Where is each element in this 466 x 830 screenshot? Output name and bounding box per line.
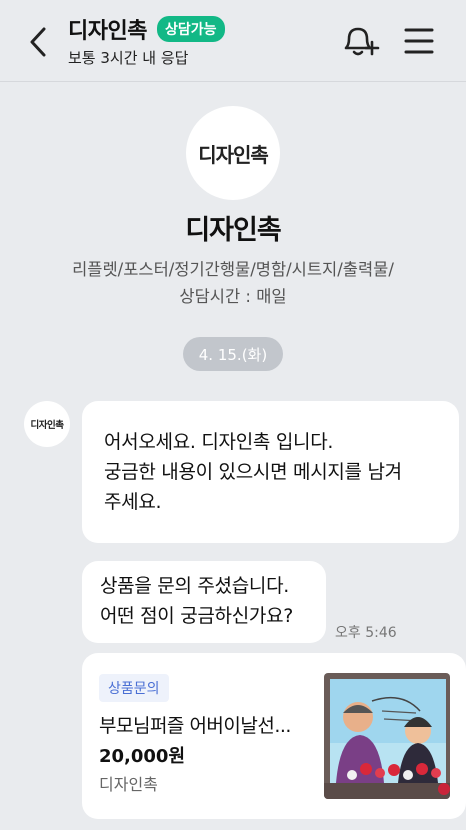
message-line: 어서오세요. 디자인촉 입니다. (104, 431, 334, 453)
product-thumbnail[interactable] (324, 673, 450, 799)
date-divider: 4. 15.(화) (183, 337, 283, 371)
product-price: 20,000원 (99, 746, 186, 767)
message-line: 주세요. (104, 491, 162, 513)
message-timestamp: 오후 5:46 (335, 625, 397, 641)
message-bubble: 어서오세요. 디자인촉 입니다. 궁금한 내용이 있으시면 메시지를 남겨 주세… (82, 401, 459, 543)
product-card[interactable]: 상품문의 부모님퍼즐 어버이날선... 20,000원 디자인촉 (82, 653, 466, 819)
message-bubble: 상품을 문의 주셨습니다. 어떤 점이 궁금하신가요? (82, 561, 326, 643)
profile-services: 리플렛/포스터/정기간행물/명함/시트지/출력물/ (72, 260, 394, 279)
profile-logo[interactable]: 디자인촉 (186, 106, 280, 200)
bell-plus-icon (344, 27, 380, 56)
profile-name: 디자인촉 (185, 215, 281, 246)
menu-button[interactable] (402, 24, 436, 58)
product-image (324, 673, 450, 799)
sender-avatar[interactable]: 디자인촉 (24, 401, 70, 447)
profile-hours: 상담시간 : 매일 (179, 287, 287, 306)
product-tag: 상품문의 (99, 674, 169, 702)
back-arrow-icon (30, 27, 46, 57)
message-line: 상품을 문의 주셨습니다. (100, 575, 290, 597)
back-button[interactable] (22, 24, 54, 60)
notification-button[interactable] (340, 22, 380, 60)
profile-logo-text: 디자인촉 (198, 142, 269, 167)
profile-description: 리플렛/포스터/정기간행물/명함/시트지/출력물/ 상담시간 : 매일 (30, 256, 436, 310)
hamburger-menu-icon (404, 28, 434, 54)
sender-avatar-text: 디자인촉 (30, 420, 64, 431)
chat-header: 디자인촉 상담가능 보통 3시간 내 응답 (0, 0, 466, 82)
status-badge: 상담가능 (156, 16, 225, 42)
product-title: 부모님퍼즐 어버이날선... (99, 715, 291, 737)
message-line: 어떤 점이 궁금하신가요? (100, 605, 294, 627)
response-time: 보통 3시간 내 응답 (68, 49, 189, 67)
message-line: 궁금한 내용이 있으시면 메시지를 남겨 (104, 461, 402, 483)
product-seller: 디자인촉 (99, 775, 158, 794)
title-group: 디자인촉 상담가능 (68, 13, 225, 45)
chat-title: 디자인촉 (68, 19, 147, 44)
